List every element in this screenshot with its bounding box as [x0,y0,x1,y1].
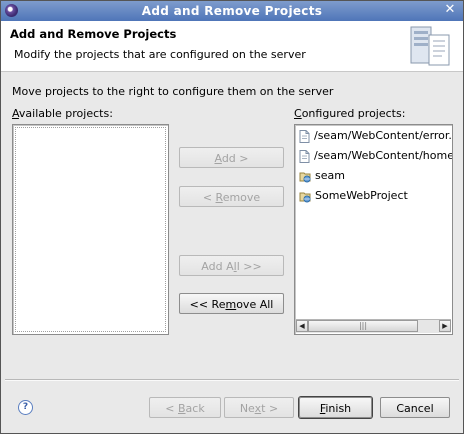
list-item[interactable]: /seam/WebContent/home.x [299,147,453,165]
instructions-text: Move projects to the right to configure … [12,85,334,98]
list-item-label: seam [315,169,345,182]
list-item-label: /seam/WebContent/home.x [314,149,453,162]
available-projects-label: Available projects: [12,107,113,120]
list-focus-border [15,127,166,332]
next-button[interactable]: Next > [224,397,294,418]
finish-button[interactable]: Finish [299,397,372,418]
server-config-icon [410,26,450,66]
title-bar[interactable]: Add and Remove Projects ✕ [1,1,463,21]
list-item[interactable]: /seam/WebContent/error.xh [299,127,453,145]
web-project-icon [299,172,311,182]
add-all-button[interactable]: Add All >> [179,255,284,276]
list-item-label: SomeWebProject [315,189,408,202]
add-button[interactable]: Add > [179,147,284,168]
horizontal-scrollbar[interactable]: ◀ ||| ▶ [296,319,451,333]
remove-all-button[interactable]: << Remove All [179,293,284,314]
configured-projects-list[interactable]: /seam/WebContent/error.xh /seam/WebConte… [294,124,453,335]
scrollbar-thumb[interactable]: ||| [308,320,418,332]
banner-title: Add and Remove Projects [10,27,177,41]
dialog-window: Add and Remove Projects ✕ Add and Remove… [0,0,464,434]
close-icon[interactable]: ✕ [443,3,457,17]
file-icon [299,129,310,143]
footer-separator [5,379,459,381]
file-icon [299,149,310,163]
list-item[interactable]: SomeWebProject [299,187,408,205]
available-projects-list[interactable] [12,124,169,335]
scroll-right-icon[interactable]: ▶ [439,320,451,332]
banner-description: Modify the projects that are configured … [14,48,306,61]
remove-button[interactable]: < Remove [179,186,284,207]
window-title: Add and Remove Projects [141,4,323,18]
scroll-left-icon[interactable]: ◀ [296,320,308,332]
web-project-icon [299,192,311,202]
back-button[interactable]: < Back [149,397,221,418]
help-icon[interactable]: ? [18,400,33,415]
cancel-button[interactable]: Cancel [380,397,450,418]
list-item-label: /seam/WebContent/error.xh [314,129,453,142]
list-item[interactable]: seam [299,167,345,185]
configured-projects-label: Configured projects: [294,107,406,120]
wizard-banner: Add and Remove Projects Modify the proje… [1,21,463,72]
